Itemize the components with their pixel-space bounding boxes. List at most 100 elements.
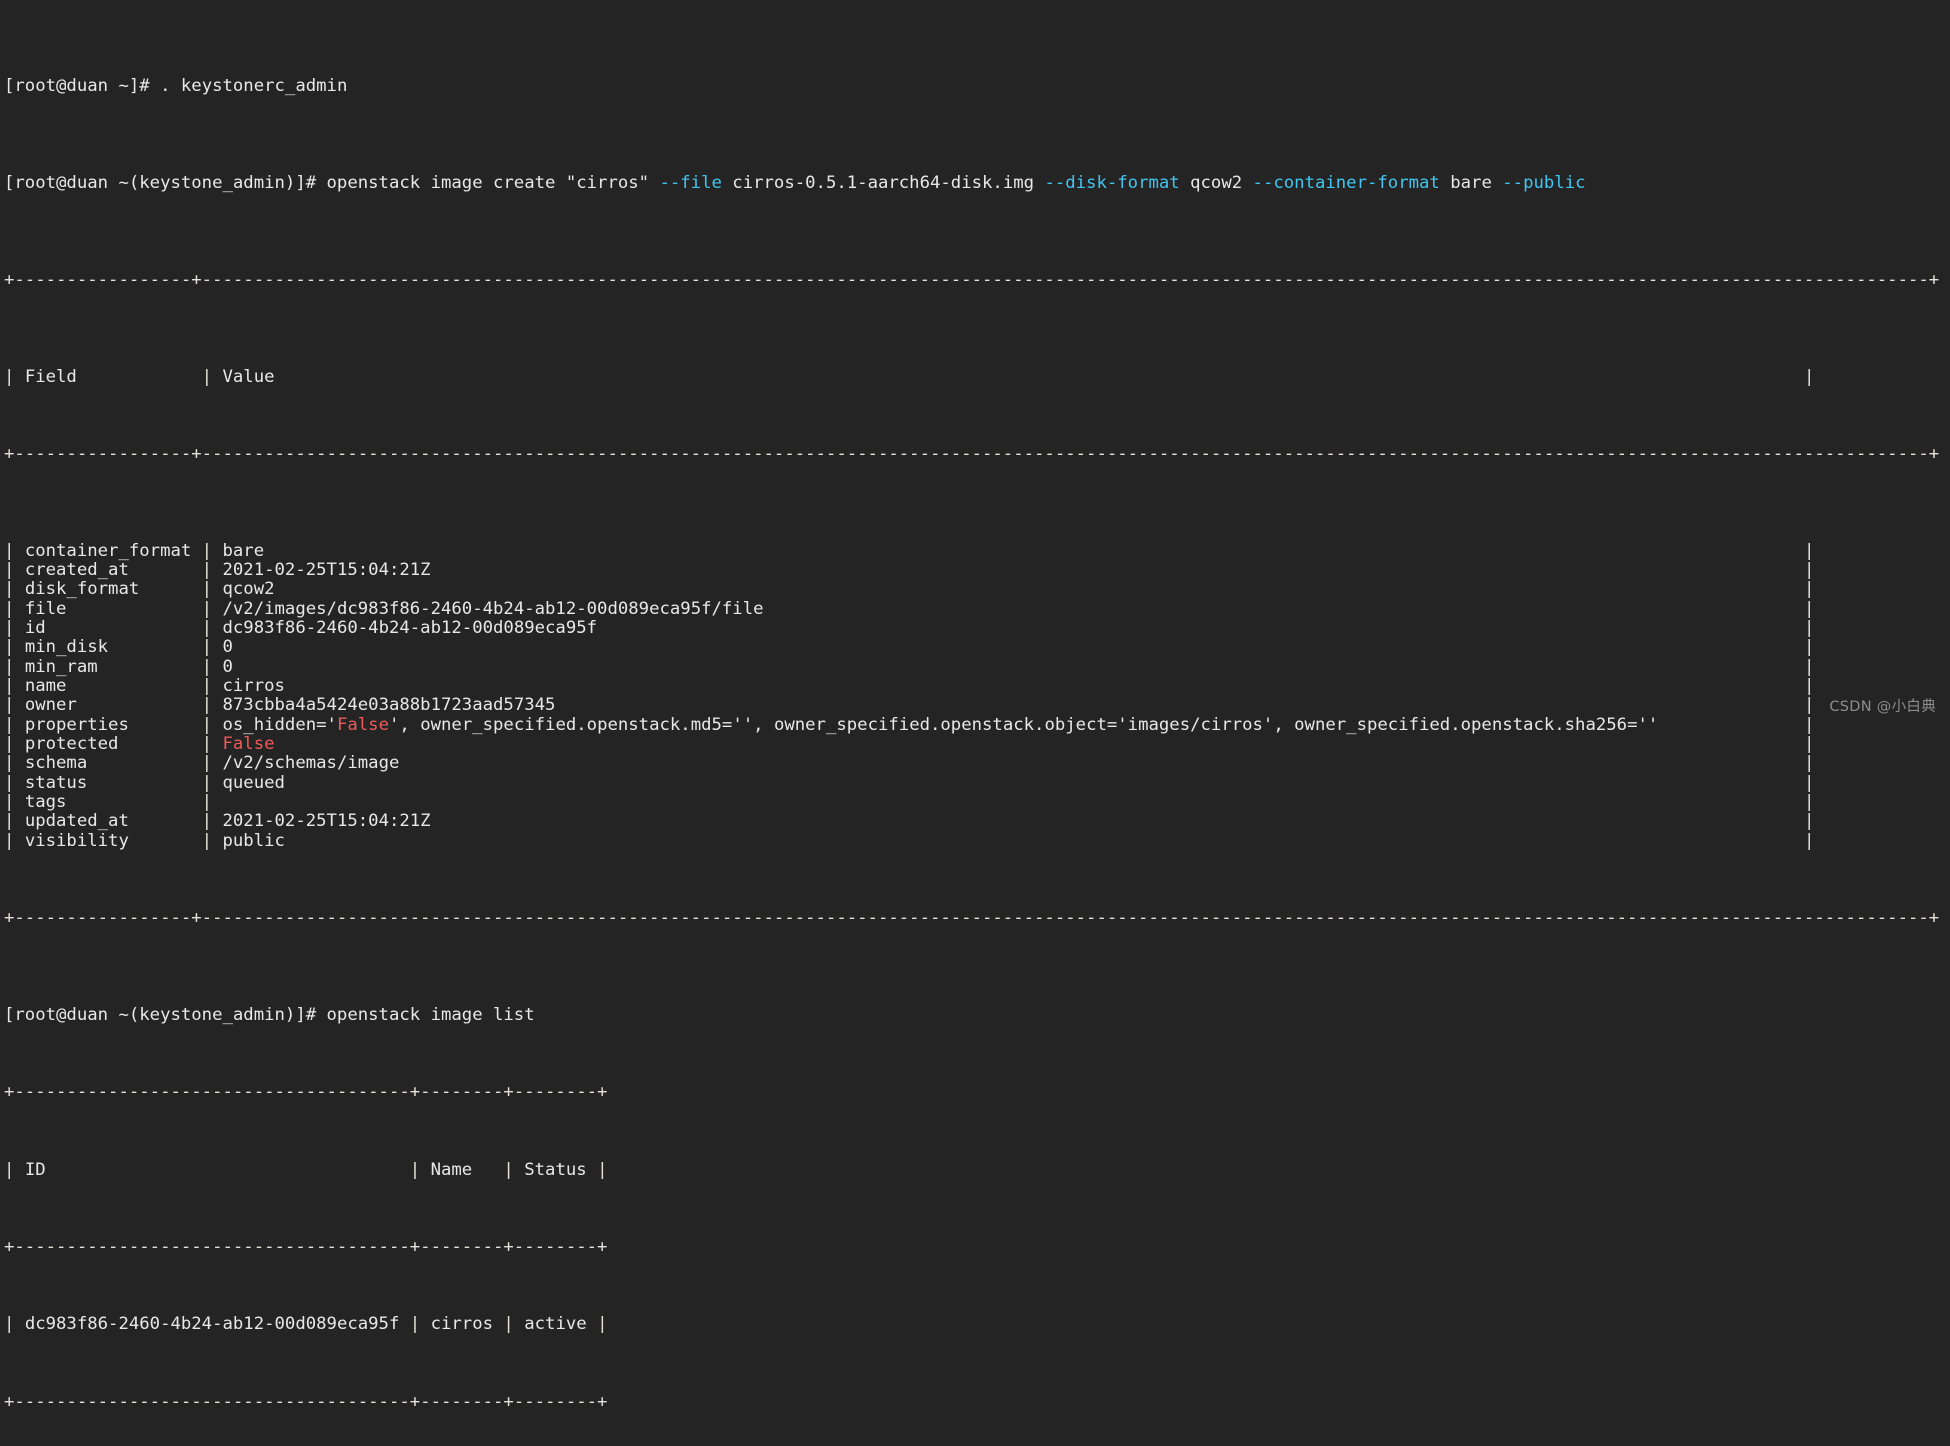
create-table-field-min_ram: min_ram: [24, 656, 192, 677]
list-table-header-name: Name: [430, 1159, 494, 1180]
terminal-window[interactable]: [root@duan ~]# . keystonerc_admin [root@…: [0, 0, 1950, 1412]
cell-border: |: [4, 1159, 25, 1180]
terminal-line-prompt-image-list: [root@duan ~(keystone_admin)]# openstack…: [4, 1004, 1939, 1025]
cell-border: |: [1803, 559, 1815, 580]
create-table-row: | disk_format | qcow2 |: [4, 580, 1939, 599]
create-table-value-properties-seg-2: ', owner_specified.openstack.md5='', own…: [388, 714, 1659, 735]
create-table-row: | container_format | bare |: [4, 540, 1939, 561]
create-table-value-properties-seg-1: False: [336, 714, 389, 735]
cell-border: |: [4, 830, 25, 851]
create-table-row: | protected | False |: [4, 734, 1939, 755]
cell-border: |: [191, 559, 223, 580]
create-table-row: | file | /v2/images/dc983f86-2460-4b24-a…: [4, 598, 1939, 619]
cell-border: |: [1803, 714, 1815, 735]
cell-border: |: [4, 1314, 25, 1335]
list-table-cell-id: dc983f86-2460-4b24-ab12-00d089eca95f: [24, 1314, 400, 1335]
create-table-row: | owner | 873cbba4a5424e03a88b1723aad573…: [4, 696, 1939, 715]
cell-border: |: [191, 676, 223, 697]
create-table-rule-top: +-----------------+---------------------…: [4, 269, 1940, 290]
cell-border: |: [191, 714, 223, 735]
create-table-field-id: id: [24, 618, 192, 638]
cell-border: |: [191, 366, 223, 387]
cell-border: |: [191, 830, 223, 851]
cell-border: |: [4, 695, 25, 716]
create-table-value-min_ram: 0: [222, 656, 1804, 677]
arg-image-filename: cirros-0.5.1-aarch64-disk.img: [721, 173, 1045, 194]
create-table-value-properties-seg-0: os_hidden=': [222, 714, 337, 735]
cell-border: |: [4, 676, 25, 697]
list-table-rule-bottom: +--------------------------------------+…: [4, 1391, 608, 1412]
list-table-rule-header: +--------------------------------------+…: [4, 1237, 608, 1257]
create-table-value-id: dc983f86-2460-4b24-ab12-00d089eca95f: [222, 618, 1804, 638]
create-table-value-name: cirros: [222, 676, 1804, 697]
create-table-body: | container_format | bare | | created_at …: [4, 540, 1939, 852]
cell-border: |: [1803, 618, 1815, 638]
cell-border: |: [191, 618, 223, 638]
create-table-value-updated_at: 2021-02-25T15:04:21Z: [222, 811, 1804, 832]
terminal-line-prompt-image-create: [root@duan ~(keystone_admin)]# openstack…: [4, 173, 1939, 194]
cell-border: |: [4, 559, 25, 580]
create-table-row: | status | queued |: [4, 772, 1939, 793]
create-table-field-container_format: container_format: [24, 540, 192, 561]
create-table-header-field: Field: [24, 366, 192, 387]
create-table-field-tags: tags: [24, 792, 192, 813]
cell-border: |: [399, 1159, 431, 1180]
arg-container-format-value: bare: [1439, 173, 1503, 194]
cell-border: |: [1803, 676, 1815, 697]
shell-prompt-keystone-2: [root@duan ~(keystone_admin)]#: [4, 1004, 327, 1025]
terminal-screen: [root@duan ~]# . keystonerc_admin [root@…: [4, 0, 1939, 1446]
cell-border: |: [1803, 753, 1815, 774]
create-table-row: | visibility | public |: [4, 830, 1939, 851]
create-table-field-name: name: [24, 676, 192, 697]
create-table-value-visibility: public: [222, 830, 1804, 851]
cell-border: |: [493, 1159, 525, 1180]
create-table-field-protected: protected: [24, 734, 192, 755]
create-table-field-disk_format: disk_format: [24, 579, 192, 600]
flag-file: --file: [659, 173, 722, 194]
cell-border: |: [4, 811, 25, 832]
create-table-value-tags: [223, 792, 1804, 812]
cell-border: |: [191, 598, 223, 619]
arg-disk-format-value: qcow2: [1179, 173, 1253, 194]
cell-border: |: [493, 1314, 525, 1335]
cell-border: |: [586, 1314, 608, 1335]
cell-border: |: [4, 792, 25, 813]
list-table-cell-name: cirros: [430, 1314, 494, 1335]
list-table-header-id: ID: [24, 1159, 400, 1180]
flag-container-format: --container-format: [1252, 173, 1440, 194]
list-table-cell-status: active: [524, 1314, 587, 1335]
create-table-row: | updated_at | 2021-02-25T15:04:21Z |: [4, 812, 1939, 831]
create-table-value-container_format: bare: [222, 540, 1804, 561]
cell-border: |: [4, 598, 25, 619]
cell-border: |: [1803, 830, 1815, 851]
create-table-row: | created_at | 2021-02-25T15:04:21Z |: [4, 559, 1939, 580]
create-table-field-visibility: visibility: [24, 830, 192, 851]
cell-border: |: [1803, 695, 1815, 716]
create-table-row: | properties | os_hidden='False', owner_…: [4, 714, 1939, 735]
create-table-row: | name | cirros |: [4, 676, 1939, 697]
create-table-row: | schema | /v2/schemas/image |: [4, 754, 1939, 773]
cell-border: |: [191, 695, 223, 716]
create-table-field-file: file: [24, 598, 192, 619]
create-table-value-disk_format: qcow2: [222, 579, 1804, 600]
create-table-field-created_at: created_at: [24, 559, 192, 580]
cell-border: |: [1803, 772, 1815, 793]
create-table-value-owner: 873cbba4a5424e03a88b1723aad57345: [222, 695, 1804, 716]
create-table-header-value: Value: [222, 366, 1804, 387]
create-table-field-min_disk: min_disk: [24, 637, 192, 658]
cell-border: |: [1803, 637, 1815, 658]
create-table-value-protected: False: [222, 734, 275, 755]
cell-border: |: [191, 637, 223, 658]
cell-border: |: [1803, 734, 1815, 755]
cell-border: |: [191, 540, 223, 561]
cell-border: |: [191, 811, 223, 832]
cell-border: |: [4, 618, 25, 638]
cell-border: |: [4, 753, 25, 774]
list-table-body: | dc983f86-2460-4b24-ab12-00d089eca95f |…: [4, 1315, 1939, 1334]
cell-border: |: [4, 366, 25, 387]
list-table-header-row: | ID | Name | Status |: [4, 1159, 1939, 1180]
list-table-row: | dc983f86-2460-4b24-ab12-00d089eca95f |…: [4, 1315, 1939, 1334]
create-table-field-owner: owner: [24, 695, 192, 716]
command-image-create-base: openstack image create "cirros": [326, 173, 660, 194]
cell-border: |: [1803, 598, 1815, 619]
